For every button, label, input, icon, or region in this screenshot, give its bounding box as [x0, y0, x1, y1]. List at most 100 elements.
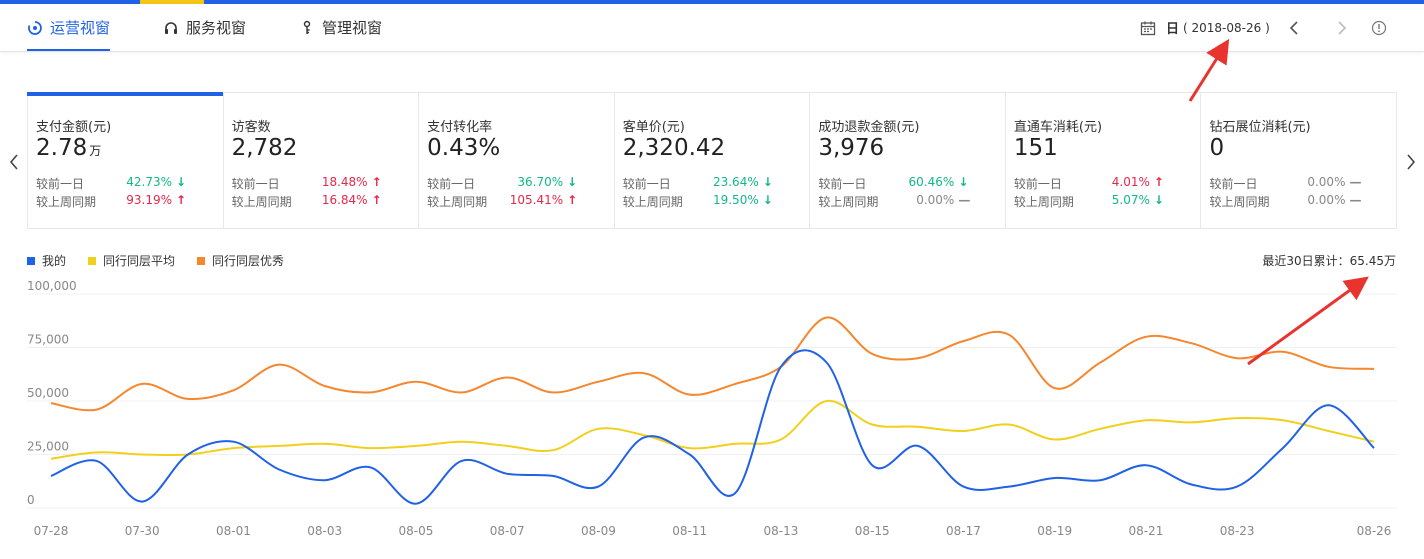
- trend-down-icon: ↓: [176, 175, 187, 189]
- metric-card[interactable]: 成功退款金额(元) 3,976 较前一日 60.46% ↓ 较上周同期 0.00% —: [810, 93, 1006, 228]
- x-tick-label: 07-28: [34, 524, 69, 538]
- comparison-value: 5.07% ↓: [1112, 193, 1164, 207]
- date-picker[interactable]: 日 ( 2018-08-26 ): [1140, 4, 1270, 51]
- tab-management[interactable]: 管理视窗: [299, 4, 382, 51]
- tab-label: 管理视窗: [322, 19, 383, 37]
- chevron-left-icon: [1289, 21, 1298, 35]
- metric-value-number: 3,976: [818, 135, 885, 161]
- x-tick-label: 08-03: [307, 524, 342, 538]
- x-tick-label: 08-23: [1220, 524, 1255, 538]
- legend-label: 同行同层优秀: [212, 254, 285, 268]
- series-line-0[interactable]: [50, 349, 1375, 505]
- cards-next-button[interactable]: [1403, 152, 1419, 172]
- cards-prev-button[interactable]: [6, 152, 22, 172]
- x-tick-label: 08-07: [490, 524, 525, 538]
- metric-value-number: 2,782: [231, 135, 298, 161]
- metric-value: 2,782: [232, 135, 298, 161]
- comparison-percent: 0.00%: [1307, 193, 1346, 207]
- legend-swatch: [27, 256, 35, 265]
- metric-unit: 万: [89, 144, 102, 158]
- trend-up-icon: ↑: [371, 175, 382, 189]
- comparison-percent: 105.41%: [509, 193, 564, 207]
- chevron-right-icon: [1407, 154, 1416, 170]
- metric-title: 客单价(元): [622, 120, 685, 135]
- series-line-2[interactable]: [50, 316, 1375, 412]
- comparison-label: 较前一日: [427, 177, 476, 191]
- comparison-value: 23.64% ↓: [713, 175, 773, 189]
- legend-item-excellent[interactable]: 同行同层优秀: [197, 252, 284, 269]
- next-date-button[interactable]: [1332, 18, 1352, 38]
- prev-date-button[interactable]: [1284, 18, 1304, 38]
- comparison-percent: 5.07%: [1111, 193, 1150, 207]
- legend-item-mine[interactable]: 我的: [27, 252, 66, 269]
- trend-flat-icon: —: [1349, 193, 1362, 207]
- comparison-label: 较前一日: [1013, 177, 1062, 191]
- comparison-label: 较上周同期: [1013, 195, 1074, 209]
- metric-card[interactable]: 钻石展位消耗(元) 0 较前一日 0.00% — 较上周同期 0.00% —: [1201, 93, 1396, 228]
- calendar-icon: [1140, 21, 1156, 35]
- date-value: ( 2018-08-26 ): [1183, 20, 1270, 35]
- trend-up-icon: ↑: [567, 193, 578, 207]
- metric-card[interactable]: 访客数 2,782 较前一日 18.48% ↑ 较上周同期 16.84% ↑: [224, 93, 420, 228]
- metric-comparison-row: 较前一日 60.46% ↓: [818, 175, 968, 191]
- cumulative-total: 最近30日累计：65.45万: [1262, 254, 1396, 268]
- metric-comparison-row: 较前一日 0.00% —: [1209, 175, 1362, 191]
- metric-value-number: 151: [1013, 135, 1058, 161]
- comparison-label: 较上周同期: [818, 195, 879, 209]
- comparison-percent: 0.00%: [1307, 175, 1346, 189]
- tab-operation[interactable]: 运营视窗: [27, 4, 111, 51]
- comparison-percent: 23.64%: [712, 175, 759, 189]
- comparison-label: 较前一日: [231, 177, 280, 191]
- metric-comparison-row: 较前一日 18.48% ↑: [232, 175, 382, 191]
- comparison-label: 较前一日: [1209, 177, 1258, 191]
- x-tick-label: 08-19: [1037, 524, 1072, 538]
- trend-flat-icon: —: [1349, 175, 1362, 189]
- comparison-label: 较上周同期: [622, 195, 683, 209]
- key-icon: [303, 20, 311, 34]
- metric-comparison-row: 较上周同期 0.00% —: [1209, 193, 1362, 209]
- trend-down-icon: ↓: [762, 193, 773, 207]
- metric-comparison-row: 较上周同期 16.84% ↑: [232, 193, 382, 209]
- metric-title: 直通车消耗(元): [1013, 120, 1103, 135]
- metric-comparison-row: 较前一日 42.73% ↓: [36, 175, 186, 191]
- header: 运营视窗 服务视窗 管理视窗 日 ( 2018-08-26 ): [0, 4, 1424, 52]
- metric-card[interactable]: 客单价(元) 2,320.42 较前一日 23.64% ↓ 较上周同期 19.50% ↓: [615, 93, 811, 228]
- metric-value-number: 2,320.42: [622, 135, 726, 161]
- comparison-value: 0.00% —: [916, 193, 970, 207]
- date-period: 日: [1166, 22, 1180, 37]
- metric-comparison-row: 较上周同期 105.41% ↑: [427, 193, 577, 209]
- x-tick-label: 08-17: [946, 524, 981, 538]
- x-tick-label: 08-15: [855, 524, 890, 538]
- comparison-percent: 0.00%: [916, 193, 955, 207]
- tab-service[interactable]: 服务视窗: [163, 4, 246, 51]
- metric-value: 0.43%: [427, 135, 500, 161]
- comparison-percent: 42.73%: [126, 175, 172, 189]
- trend-down-icon: ↓: [762, 175, 773, 189]
- metric-comparison-row: 较上周同期 5.07% ↓: [1014, 193, 1164, 209]
- metric-value: 151: [1014, 135, 1058, 161]
- x-tick-label: 08-21: [1128, 524, 1163, 538]
- operation-icon: [28, 20, 42, 35]
- x-tick-label: 08-09: [581, 524, 616, 538]
- metric-card[interactable]: 直通车消耗(元) 151 较前一日 4.01% ↑ 较上周同期 5.07% ↓: [1006, 93, 1202, 228]
- metric-value-number: 0: [1209, 135, 1225, 161]
- comparison-label: 较上周同期: [427, 195, 488, 209]
- comparison-percent: 36.70%: [517, 175, 564, 189]
- comparison-value: 93.19% ↑: [126, 193, 186, 207]
- comparison-label: 较前一日: [818, 177, 867, 191]
- x-tick-label: 08-13: [763, 524, 798, 538]
- info-button[interactable]: [1369, 18, 1389, 38]
- legend-item-average[interactable]: 同行同层平均: [88, 252, 175, 269]
- comparison-value: 105.41% ↑: [510, 193, 577, 207]
- chevron-left-icon: [9, 154, 18, 170]
- metric-card[interactable]: 支付转化率 0.43% 较前一日 36.70% ↓ 较上周同期 105.41% ↑: [419, 93, 615, 228]
- metric-card[interactable]: 支付金额(元) 2.78 万较前一日 42.73% ↓ 较上周同期 93.19% ↑: [27, 92, 224, 228]
- comparison-value: 4.01% ↑: [1112, 175, 1164, 189]
- metric-comparison-row: 较前一日 23.64% ↓: [623, 175, 773, 191]
- comparison-value: 42.73% ↓: [126, 175, 186, 189]
- comparison-percent: 19.50%: [712, 193, 759, 207]
- chevron-right-icon: [1338, 21, 1347, 35]
- metric-value-number: 0.43%: [427, 135, 501, 161]
- metric-title: 访客数: [231, 120, 271, 135]
- tab-label: 运营视窗: [50, 19, 111, 37]
